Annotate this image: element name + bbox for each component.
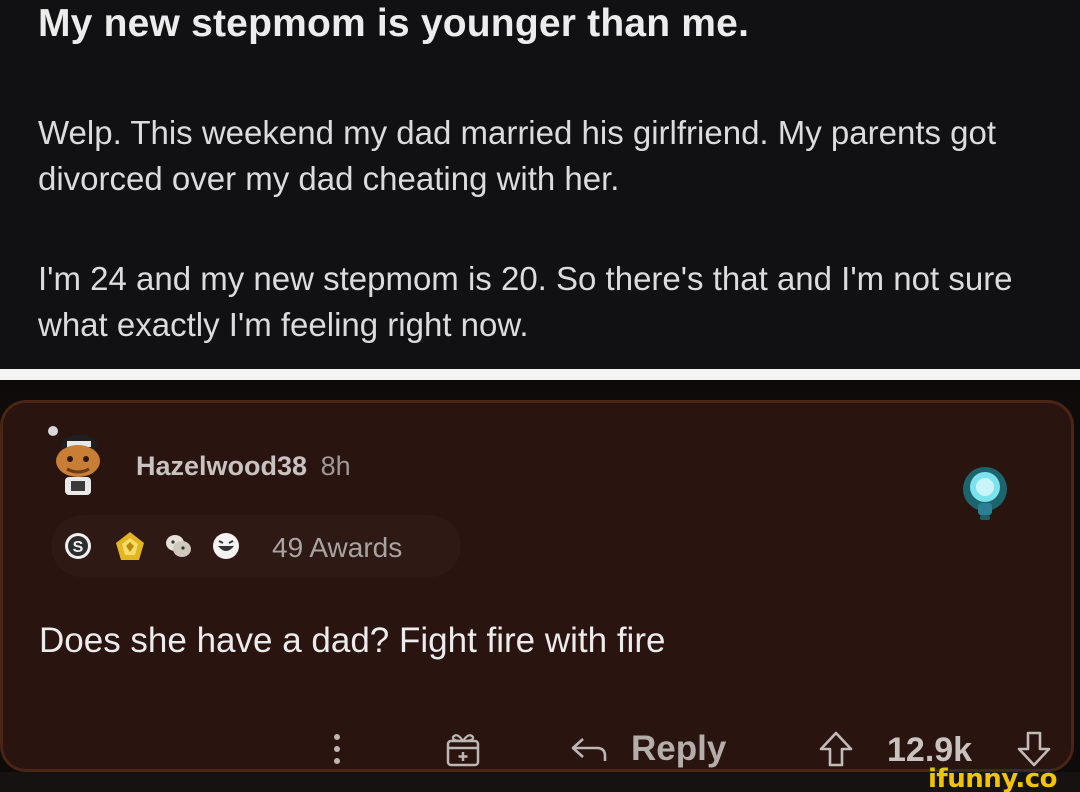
- comment-header: Hazelwood38 8h: [136, 451, 351, 482]
- lightbulb-award-icon: [963, 467, 1007, 520]
- ifunny-watermark: ifunny.co: [928, 764, 1057, 792]
- bottom-strip: [0, 772, 1080, 792]
- divider-gap: [0, 380, 1080, 392]
- downvote-icon[interactable]: [1015, 729, 1053, 769]
- comment-timestamp: 8h: [320, 451, 351, 481]
- more-options-icon[interactable]: [325, 729, 349, 769]
- post-title: My new stepmom is younger than me.: [38, 2, 750, 45]
- comment-body: Does she have a dad? Fight fire with fir…: [39, 621, 666, 660]
- screenshot: My new stepmom is younger than me. Welp.…: [0, 0, 1080, 792]
- username-link[interactable]: Hazelwood38: [136, 451, 307, 481]
- awards-pill[interactable]: S 49 Awards: [51, 515, 461, 577]
- laughing-award-icon: [213, 533, 239, 559]
- post: My new stepmom is younger than me. Welp.…: [0, 0, 1080, 368]
- gold-award-icon: [116, 532, 144, 560]
- avatar[interactable]: [45, 423, 107, 497]
- section-divider: [0, 369, 1080, 380]
- upvote-icon[interactable]: [817, 729, 855, 769]
- reply-button[interactable]: Reply: [569, 727, 727, 769]
- post-paragraph: I'm 24 and my new stepmom is 20. So ther…: [38, 260, 1013, 343]
- reply-label: Reply: [631, 729, 727, 768]
- comment-container: Hazelwood38 8h S 49 Awards Does she have…: [0, 392, 1080, 792]
- silver-award-icon: S: [65, 533, 91, 559]
- awards-count: 49 Awards: [272, 532, 403, 563]
- hugs-award-icon: [166, 535, 191, 557]
- svg-text:S: S: [73, 539, 84, 556]
- post-paragraph: Welp. This weekend my dad married his gi…: [38, 114, 997, 197]
- comment-actions: Reply 12.9k: [3, 723, 1071, 769]
- comment-card: Hazelwood38 8h S 49 Awards Does she have…: [0, 400, 1074, 772]
- reply-arrow-icon: [571, 738, 607, 761]
- give-award-icon[interactable]: [443, 729, 483, 769]
